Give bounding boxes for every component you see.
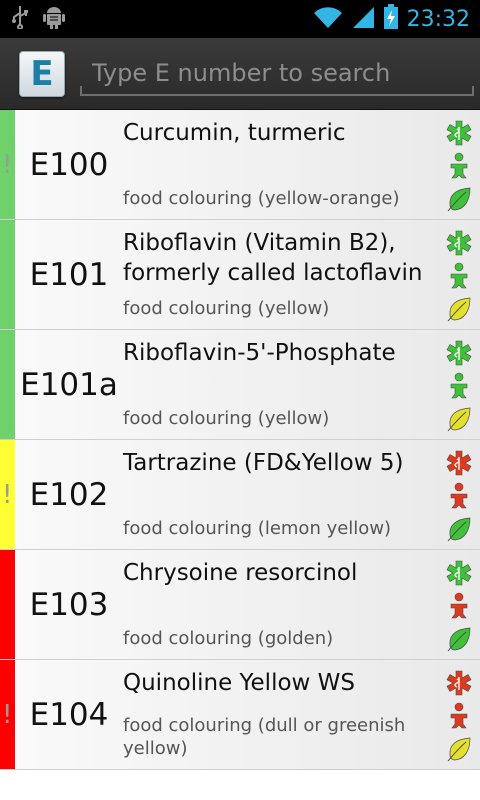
additive-description: food colouring (yellow) (123, 298, 330, 319)
safety-icons (444, 230, 474, 322)
rating-bar-red (0, 550, 15, 659)
additive-name: Chrysoine resorcinol (123, 560, 358, 586)
leaf-icon (446, 626, 472, 652)
medical-icon (446, 560, 472, 586)
e-number: E101 (29, 256, 109, 293)
additive-description: food colouring (lemon yellow) (123, 518, 392, 539)
additive-name: Riboflavin-5'-Phosphate (123, 340, 396, 366)
leaf-icon (446, 186, 472, 212)
leaf-icon (446, 516, 472, 542)
battery-charging-icon (383, 4, 399, 34)
leaf-icon (446, 736, 472, 762)
warning-mark: ! (2, 700, 13, 730)
usb-icon (10, 5, 30, 33)
status-time: 23:32 (406, 6, 470, 32)
safety-icons (444, 670, 474, 762)
child-icon (447, 152, 471, 180)
child-icon (447, 372, 471, 400)
additive-description: food colouring (golden) (123, 628, 334, 649)
e-number: E102 (29, 476, 109, 513)
warning-mark: ! (2, 480, 13, 510)
search-field (80, 51, 474, 96)
e-number: E101a (20, 366, 118, 403)
list-item[interactable]: ! E104 Quinoline Yellow WS food colouring (… (0, 660, 480, 770)
safety-icons (444, 340, 474, 432)
child-icon (447, 482, 471, 510)
additive-description: food colouring (yellow-orange) (123, 188, 400, 209)
additive-list: ! E100 Curcumin, turmeric food colouring (y… (0, 110, 480, 770)
child-icon (447, 702, 471, 730)
action-bar: E (0, 38, 480, 110)
e-number: E103 (29, 586, 109, 623)
list-item[interactable]: E101 Riboflavin (Vitamin B2), formerly ca… (0, 220, 480, 330)
android-debug-icon (42, 4, 66, 34)
medical-icon (446, 230, 472, 256)
medical-icon (446, 670, 472, 696)
additive-name: Curcumin, turmeric (123, 120, 346, 146)
list-item[interactable]: E103 Chrysoine resorcinol food colouring (… (0, 550, 480, 660)
status-bar: 23:32 (0, 0, 480, 38)
safety-icons (444, 560, 474, 652)
child-icon (447, 262, 471, 290)
rating-bar-green (0, 220, 15, 329)
additive-name: Riboflavin (Vitamin B2), formerly called… (123, 230, 423, 286)
additive-name: Quinoline Yellow WS (123, 670, 355, 696)
safety-icons (444, 450, 474, 542)
e-number: E104 (29, 696, 109, 733)
leaf-icon (446, 406, 472, 432)
signal-icon (351, 5, 375, 33)
additive-description: food colouring (yellow) (123, 408, 330, 429)
child-icon (447, 592, 471, 620)
medical-icon (446, 340, 472, 366)
safety-icons (444, 120, 474, 212)
additive-description: food colouring (dull or greenish yellow) (123, 715, 406, 759)
rating-bar-green (0, 330, 15, 439)
additive-name: Tartrazine (FD&Yellow 5) (123, 450, 404, 476)
app-icon[interactable]: E (19, 50, 65, 97)
medical-icon (446, 450, 472, 476)
search-input[interactable] (80, 51, 474, 94)
wifi-icon (313, 5, 343, 33)
list-item[interactable]: E101a Riboflavin-5'-Phosphate food colouri… (0, 330, 480, 440)
app-icon-letter: E (30, 53, 54, 94)
list-item[interactable]: ! E102 Tartrazine (FD&Yellow 5) food colour… (0, 440, 480, 550)
leaf-icon (446, 296, 472, 322)
list-item[interactable]: ! E100 Curcumin, turmeric food colouring (y… (0, 110, 480, 220)
medical-icon (446, 120, 472, 146)
warning-mark: ! (2, 150, 13, 180)
e-number: E100 (29, 146, 109, 183)
